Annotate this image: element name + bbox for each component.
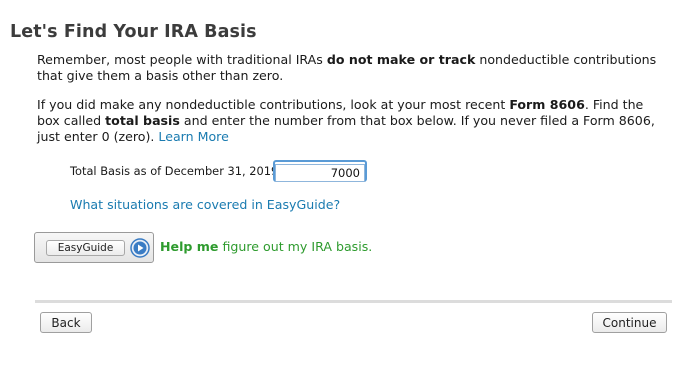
- total-basis-label: Total Basis as of December 31, 2019: [70, 164, 279, 178]
- footer-divider: [35, 300, 672, 303]
- easyguide-panel: EasyGuide: [34, 232, 154, 263]
- covered-situations-link[interactable]: What situations are covered in EasyGuide…: [70, 197, 340, 212]
- easyguide-help-text[interactable]: Help me figure out my IRA basis.: [160, 239, 372, 254]
- easyguide-button[interactable]: EasyGuide: [46, 240, 125, 256]
- help-description: figure out my IRA basis.: [218, 239, 373, 254]
- learn-more-link[interactable]: Learn More: [158, 129, 228, 144]
- intro-text-1: Remember, most people with traditional I…: [37, 52, 327, 67]
- play-arrow-icon[interactable]: [130, 238, 150, 258]
- instructions-text-1: If you did make any nondeductible contri…: [37, 97, 510, 112]
- intro-bold-1: do not make or track: [326, 52, 476, 67]
- instructions-paragraph: If you did make any nondeductible contri…: [37, 97, 667, 145]
- continue-button[interactable]: Continue: [592, 312, 667, 333]
- back-button[interactable]: Back: [40, 312, 92, 333]
- total-basis-field-frame: [273, 160, 367, 182]
- intro-paragraph: Remember, most people with traditional I…: [37, 52, 667, 84]
- help-me-label: Help me: [160, 239, 219, 254]
- page-title: Let's Find Your IRA Basis: [10, 22, 257, 42]
- total-basis-input[interactable]: [275, 164, 365, 182]
- instructions-bold-form: Form 8606: [509, 97, 585, 112]
- instructions-bold-total-basis: total basis: [105, 113, 180, 128]
